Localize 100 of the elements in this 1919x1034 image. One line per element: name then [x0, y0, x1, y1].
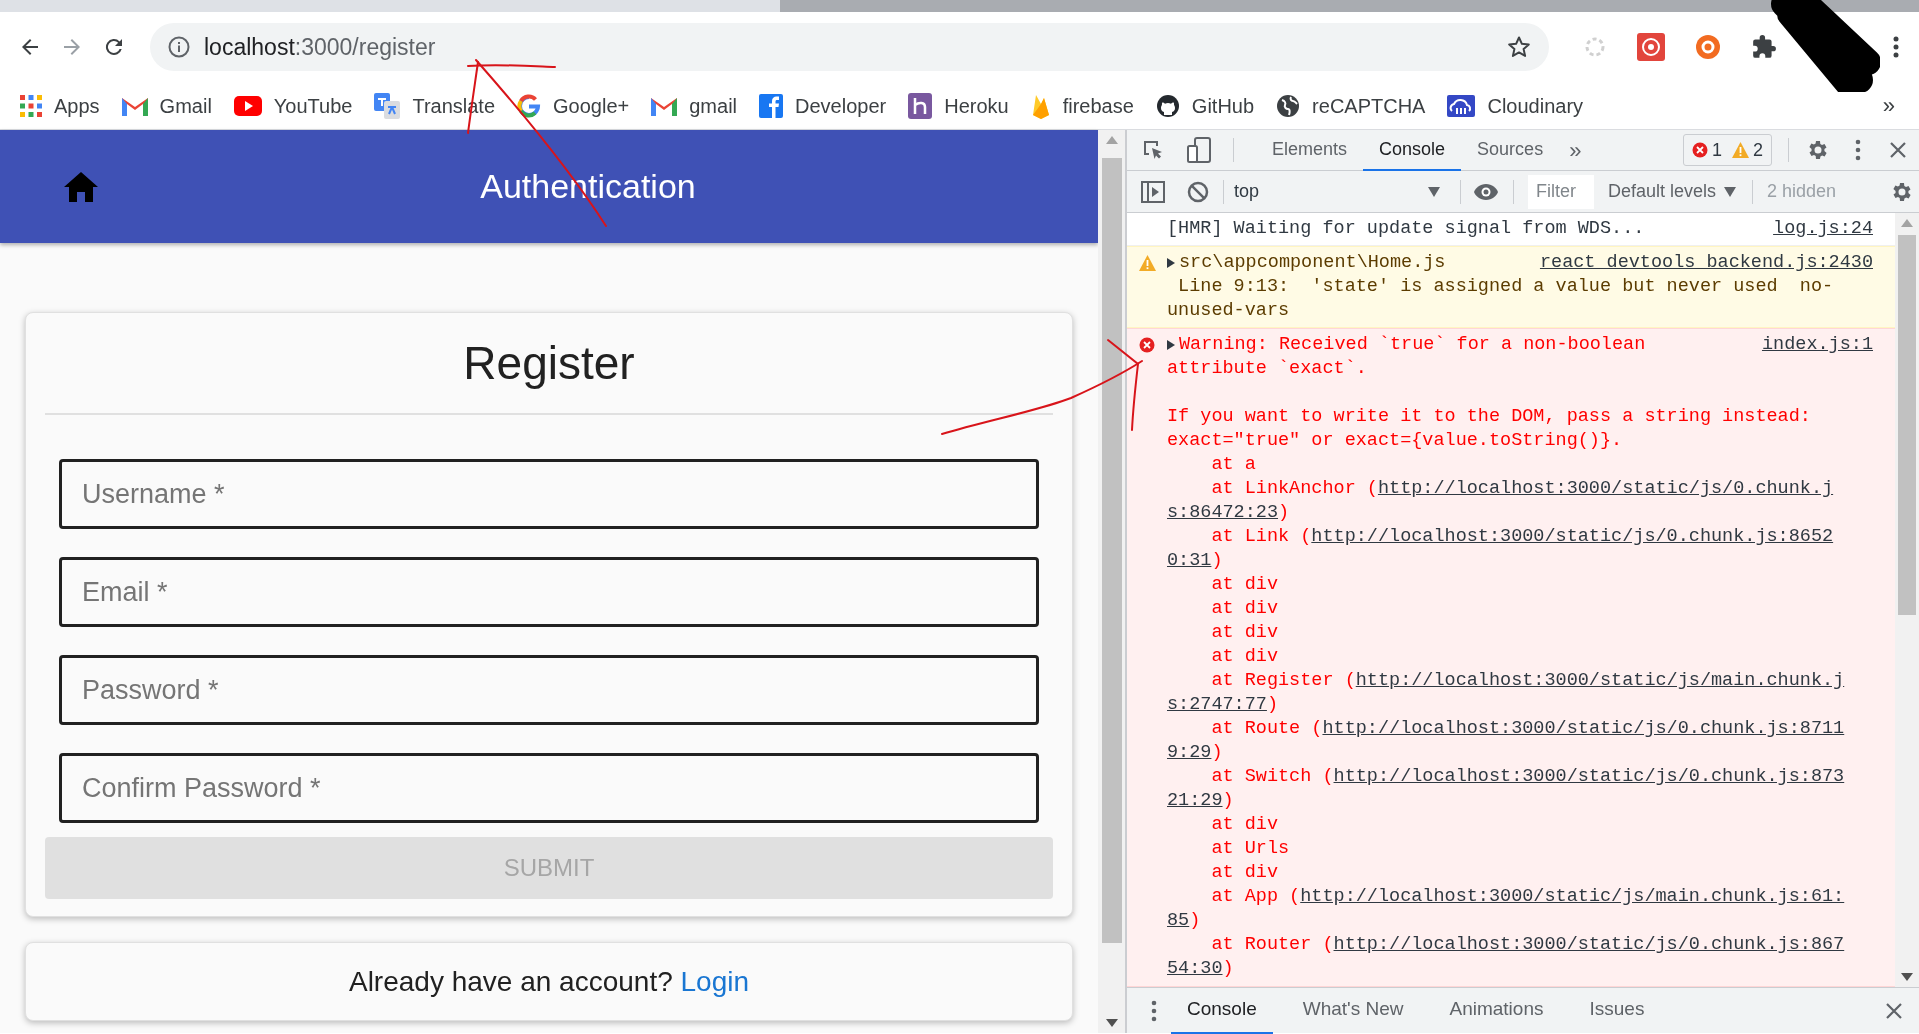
scrollbar[interactable]	[1895, 213, 1919, 987]
github-icon	[1155, 93, 1180, 118]
more-tabs[interactable]: »	[1559, 133, 1592, 167]
drawer-tab[interactable]: What's New	[1286, 987, 1420, 1034]
scroll-thumb[interactable]	[1898, 235, 1916, 615]
source-link[interactable]: 0:31	[1167, 550, 1212, 571]
drawer-tab[interactable]: Issues	[1573, 987, 1661, 1034]
star-icon[interactable]	[1507, 35, 1531, 59]
bookmark[interactable]: YouTube	[233, 90, 353, 121]
translate-icon	[374, 92, 401, 119]
console-text: at Register (http://localhost:3000/static/js/main.chunk.j	[1210, 669, 1845, 693]
kebab-menu-icon[interactable]	[1855, 139, 1861, 161]
console-text: at App (http://localhost:3000/static/js/main.chunk.js:61:	[1210, 885, 1845, 909]
bookmark[interactable]: Google+	[517, 90, 630, 121]
context-select[interactable]: top	[1234, 178, 1448, 205]
source-link[interactable]: http://localhost:3000/static/js/main.chunk.j	[1355, 670, 1845, 691]
console-text: at div	[1210, 861, 1279, 885]
console-text: at LinkAnchor (http://localhost:3000/static/js/0.chunk.j	[1210, 477, 1834, 501]
home-icon[interactable]	[64, 171, 98, 202]
bookmark[interactable]: Cloudinary	[1447, 90, 1584, 121]
apps-grid-icon	[20, 94, 42, 117]
close-icon[interactable]	[1889, 141, 1907, 159]
bookmark[interactable]: Apps	[20, 90, 100, 121]
scrollbar[interactable]	[1098, 130, 1125, 1033]
devtools-tab[interactable]: Sources	[1461, 129, 1560, 171]
console-text: at a	[1210, 453, 1256, 477]
levels-dropdown[interactable]: Default levels	[1608, 178, 1737, 205]
scroll-down-icon[interactable]	[1105, 1019, 1118, 1027]
bookmark[interactable]: firebase	[1030, 90, 1134, 121]
puzzle-icon[interactable]	[1751, 34, 1777, 60]
console-text: unused-vars	[1167, 299, 1290, 323]
drawer-tab[interactable]: Animations	[1433, 987, 1560, 1034]
menu-icon[interactable]	[1893, 35, 1899, 59]
warning-count: 2	[1753, 138, 1763, 162]
error-count: 1	[1711, 138, 1722, 162]
scroll-thumb[interactable]	[1101, 158, 1122, 943]
source-link[interactable]: s:86472:23	[1167, 502, 1279, 523]
address-bar[interactable]: localhost:3000/register	[150, 23, 1549, 71]
source-link[interactable]: http://localhost:3000/static/js/main.chunk.js:61:	[1300, 886, 1845, 907]
facebook-icon	[759, 93, 784, 118]
bookmark[interactable]: Developer	[759, 90, 887, 121]
extension-icon[interactable]	[1695, 34, 1721, 60]
source-link[interactable]: http://localhost:3000/static/js/0.chunk.js:867	[1333, 934, 1845, 955]
console-text: Line 9:13: 'state' is assigned a value but never used no-	[1177, 275, 1834, 299]
sidebar-icon[interactable]	[1141, 180, 1165, 203]
console-text: exact="true" or exact={value.toString()}.	[1167, 429, 1623, 453]
console-text: at Router (http://localhost:3000/static/js/0.chunk.js:867	[1210, 933, 1845, 957]
console-text: 0:31)	[1167, 549, 1223, 573]
console-text: at div	[1210, 645, 1279, 669]
drawer-tab[interactable]: Console	[1171, 987, 1273, 1034]
input-field[interactable]: Username *	[59, 459, 1039, 529]
error-icon	[1139, 337, 1155, 353]
eye-icon[interactable]	[1473, 182, 1499, 201]
bookmark[interactable]: GitHub	[1155, 90, 1255, 121]
globe-icon	[1276, 93, 1301, 118]
source-link[interactable]: 21:29	[1167, 790, 1223, 811]
bookmark[interactable]: gmail	[651, 90, 738, 121]
login-link[interactable]: Login	[680, 965, 750, 997]
source-link[interactable]: s:2747:77	[1167, 694, 1267, 715]
bookmark[interactable]: reCAPTCHA	[1276, 90, 1426, 121]
form-title: Register	[45, 313, 1053, 415]
source-link[interactable]: http://localhost:3000/static/js/0.chunk.js:8652	[1311, 526, 1834, 547]
source-link[interactable]: log.js:24	[1773, 217, 1873, 241]
clear-icon[interactable]	[1187, 180, 1209, 203]
console-text: s:86472:23)	[1167, 501, 1290, 525]
heroku-icon	[908, 92, 933, 119]
source-link[interactable]: 54:30	[1167, 958, 1223, 979]
close-icon[interactable]	[1885, 1001, 1903, 1020]
google-icon	[517, 93, 542, 118]
source-link[interactable]: 9:29	[1167, 742, 1212, 763]
bookmark[interactable]: Gmail	[121, 90, 212, 121]
console-text: 9:29)	[1167, 741, 1223, 765]
source-link[interactable]: 85	[1167, 910, 1190, 931]
extension-icon[interactable]	[1637, 33, 1665, 61]
filter-field[interactable]: Filter	[1528, 174, 1594, 209]
input-field[interactable]: Email *	[59, 557, 1039, 627]
input-field[interactable]: Confirm Password *	[59, 753, 1039, 823]
warning-icon	[1732, 142, 1749, 158]
source-link[interactable]: react_devtools_backend.js:2430	[1539, 251, 1873, 275]
scroll-down-icon[interactable]	[1901, 973, 1913, 981]
expand-arrow-icon[interactable]	[1167, 258, 1175, 268]
console-text: at Route (http://localhost:3000/static/js/0.chunk.js:8711	[1210, 717, 1845, 741]
source-link[interactable]: http://localhost:3000/static/js/0.chunk.js:8711	[1322, 718, 1845, 739]
console-text: at Link (http://localhost:3000/static/js/0.chunk.js:8652	[1210, 525, 1834, 549]
info-icon[interactable]	[168, 36, 190, 58]
issue-counter[interactable]: 1 2	[1682, 134, 1772, 166]
kebab-menu-icon[interactable]	[1151, 999, 1157, 1022]
source-link[interactable]: http://localhost:3000/static/js/0.chunk.js:873	[1333, 766, 1845, 787]
dropdown-icon	[1428, 186, 1440, 197]
url-text: localhost:3000/register	[204, 32, 437, 62]
expand-arrow-icon[interactable]	[1167, 340, 1175, 350]
envelope-icon	[651, 95, 678, 116]
input-field[interactable]: Password *	[59, 655, 1039, 725]
console-text: at div	[1210, 573, 1279, 597]
bookmark[interactable]: Heroku	[908, 90, 1009, 121]
bookmarks-overflow[interactable]: »	[1882, 89, 1895, 122]
source-link[interactable]: index.js:1	[1761, 333, 1873, 357]
source-link[interactable]: http://localhost:3000/static/js/0.chunk.j	[1377, 478, 1834, 499]
devtools-tab[interactable]: Elements	[1256, 129, 1364, 171]
device-icon[interactable]	[1187, 137, 1211, 163]
